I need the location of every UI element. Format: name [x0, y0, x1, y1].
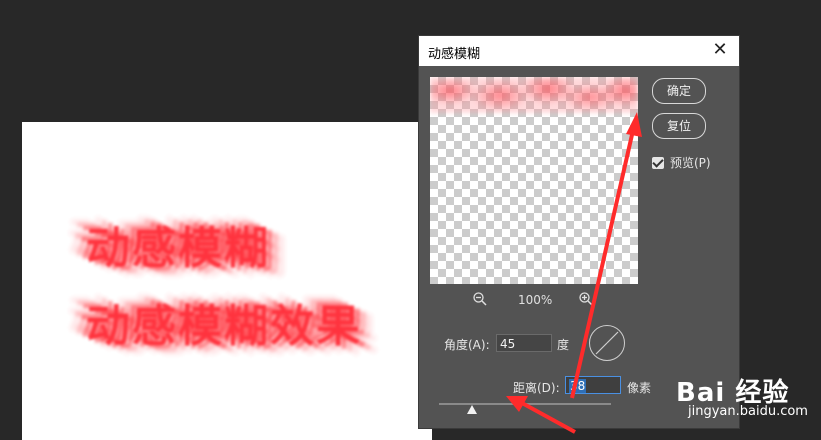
dialog-titlebar: 动感模糊 ✕	[419, 36, 739, 66]
zoom-out-icon[interactable]	[472, 291, 488, 307]
angle-dial-indicator-icon	[595, 331, 619, 355]
distance-slider-track[interactable]	[439, 403, 611, 405]
zoom-controls: 100%	[430, 291, 638, 309]
angle-label: 角度(A):	[444, 338, 490, 352]
blurred-text-line-2: 动感模糊效果	[86, 301, 362, 352]
dialog-title: 动感模糊	[428, 47, 481, 62]
distance-input[interactable]: 38	[565, 376, 621, 394]
checkbox-checked-icon	[652, 157, 664, 169]
distance-slider-thumb[interactable]	[466, 405, 477, 414]
watermark-url: jingyan.baidu.com	[688, 404, 808, 419]
zoom-in-icon[interactable]	[578, 291, 594, 307]
zoom-level: 100%	[518, 293, 553, 307]
blurred-text-line-1: 动感模糊	[86, 223, 270, 274]
close-icon[interactable]: ✕	[709, 39, 731, 61]
distance-unit: 像素	[627, 381, 652, 395]
ok-button[interactable]: 确定	[652, 78, 706, 104]
preview-checkbox-label: 预览(P)	[670, 156, 711, 170]
distance-label: 距离(D):	[513, 381, 560, 395]
reset-button[interactable]: 复位	[652, 113, 706, 139]
document-canvas: 动感模糊 动感模糊效果	[22, 122, 432, 440]
preview-blur-content	[430, 77, 638, 113]
filter-preview[interactable]	[430, 77, 638, 284]
preview-checkbox[interactable]: 预览(P)	[652, 154, 711, 171]
distance-value: 38	[569, 379, 587, 393]
angle-input[interactable]: 45	[496, 334, 552, 352]
angle-dial[interactable]	[589, 325, 625, 361]
motion-blur-dialog: 动感模糊 ✕ 100% 确定 复位 预览(P) 角度(A): 45 度 距离(D…	[419, 36, 739, 428]
angle-unit: 度	[557, 338, 570, 352]
